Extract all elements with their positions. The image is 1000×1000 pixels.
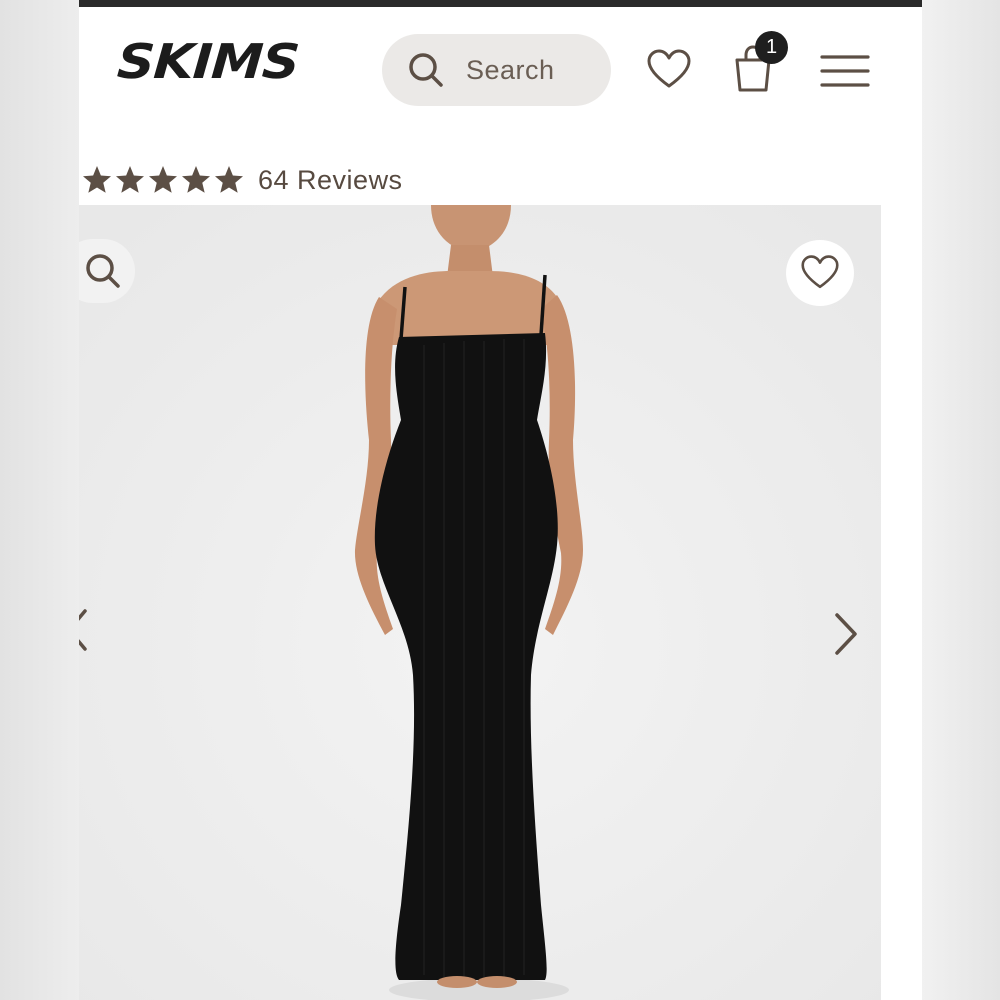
brand-logo[interactable]: SKIMS xyxy=(115,35,300,99)
star-icon xyxy=(215,166,243,193)
search-placeholder: Search xyxy=(466,54,555,85)
star-rating xyxy=(81,164,246,196)
add-to-wishlist-button[interactable] xyxy=(786,240,854,306)
star-icon xyxy=(182,166,210,193)
zoom-icon xyxy=(86,254,120,288)
status-bar-edge xyxy=(79,0,922,7)
cart-count-badge: 1 xyxy=(755,31,788,64)
product-photo xyxy=(79,205,881,1000)
search-icon xyxy=(409,53,443,87)
product-image-gallery[interactable] xyxy=(79,205,881,1000)
rating-summary[interactable]: 64 Reviews xyxy=(81,160,403,200)
chevron-right-icon[interactable] xyxy=(831,609,861,659)
background-left xyxy=(0,0,79,1000)
star-icon xyxy=(83,166,111,193)
star-icon xyxy=(116,166,144,193)
star-icon xyxy=(149,166,177,193)
heart-icon xyxy=(801,255,839,289)
chevron-left-icon[interactable] xyxy=(79,605,89,655)
search-field[interactable]: Search xyxy=(382,34,611,106)
hamburger-menu-icon[interactable] xyxy=(820,52,870,90)
reviews-link[interactable]: 64 Reviews xyxy=(258,165,403,196)
phone-screen: SKIMS Search 1 64 Reviews xyxy=(79,0,922,1000)
wishlist-heart-icon[interactable] xyxy=(645,46,693,94)
background-right xyxy=(922,0,1000,1000)
